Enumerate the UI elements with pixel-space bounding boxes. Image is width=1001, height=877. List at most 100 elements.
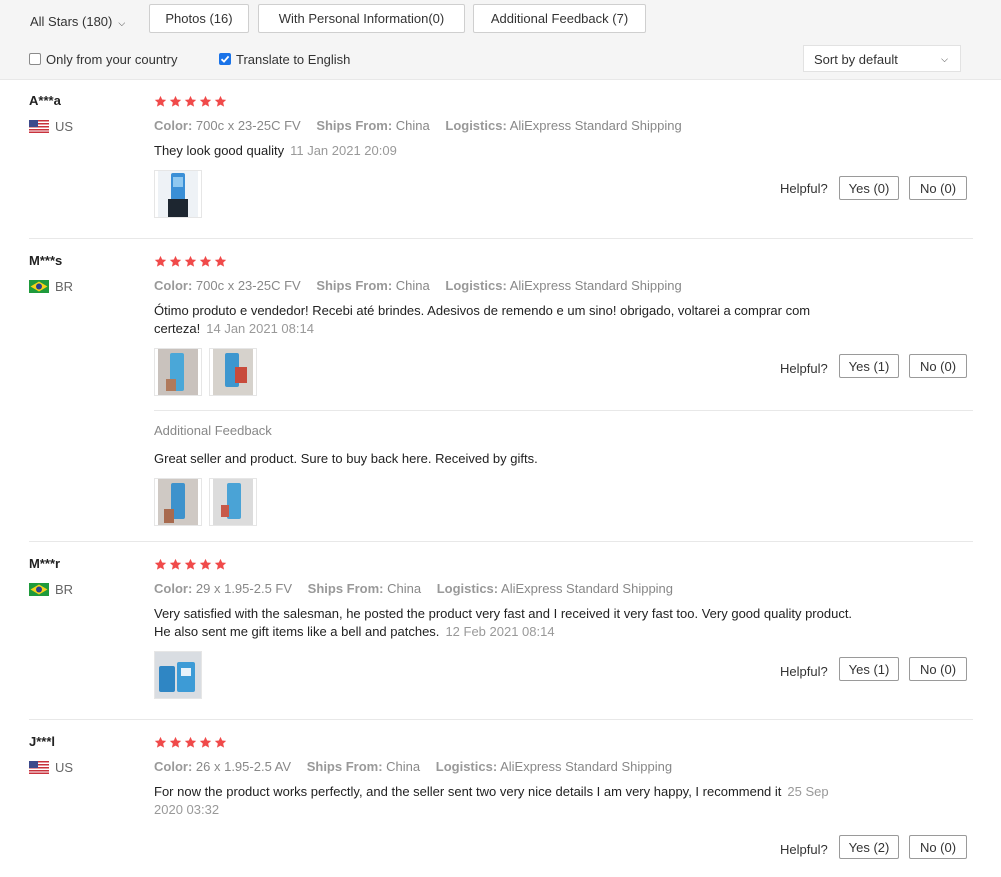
star-icon	[199, 255, 212, 267]
reviewer-country: US	[29, 119, 73, 134]
review-divider	[29, 238, 973, 239]
sort-select[interactable]: Sort by default ⌵	[803, 45, 961, 72]
us-flag-icon	[29, 761, 49, 774]
personal-info-filter-button[interactable]: With Personal Information(0)	[258, 4, 465, 33]
star-icon	[169, 255, 182, 267]
order-info: Color: 26 x 1.95-2.5 AV Ships From: Chin…	[154, 759, 684, 774]
br-flag-icon	[29, 280, 49, 293]
logistics-value: AliExpress Standard Shipping	[509, 278, 682, 293]
color-label: Color:	[154, 581, 193, 596]
star-filter-select[interactable]: All Stars (180) ⌵	[30, 12, 125, 32]
review-divider	[29, 541, 973, 542]
color-label: Color:	[154, 118, 193, 133]
review-photo-thumbnail[interactable]	[209, 348, 257, 396]
photo-image	[155, 652, 201, 698]
ships-from-label: Ships From:	[306, 759, 383, 774]
star-icon	[199, 558, 212, 570]
helpful-no-button[interactable]: No (0)	[909, 835, 967, 859]
review-date: 11 Jan 2021 20:09	[290, 143, 397, 158]
review-photo-thumbnail[interactable]	[154, 651, 202, 699]
star-icon	[169, 95, 182, 107]
star-icon	[199, 736, 212, 748]
ships-from-label: Ships From:	[307, 581, 384, 596]
review-body: For now the product works perfectly, and…	[154, 784, 782, 799]
country-code: US	[55, 760, 74, 775]
review-text: Ótimo produto e vendedor! Recebi até bri…	[154, 302, 854, 338]
helpful-no-button[interactable]: No (0)	[909, 657, 967, 681]
reviewer-name: J***l	[29, 734, 56, 749]
star-icon	[214, 736, 227, 748]
star-icon	[184, 736, 197, 748]
additional-photo-thumbnail[interactable]	[209, 478, 257, 526]
color-value: 29 x 1.95-2.5 FV	[195, 581, 293, 596]
logistics-label: Logistics:	[435, 759, 498, 774]
additional-photo-thumbnail[interactable]	[154, 478, 202, 526]
photos-filter-button[interactable]: Photos (16)	[149, 4, 249, 33]
helpful-no-button[interactable]: No (0)	[909, 354, 967, 378]
only-country-checkbox[interactable]: Only from your country	[29, 51, 178, 67]
ships-from-value: China	[395, 118, 430, 133]
ships-from-label: Ships From:	[316, 118, 393, 133]
country-code: US	[55, 119, 74, 134]
sort-label: Sort by default	[814, 52, 898, 67]
review-text: They look good quality 11 Jan 2021 20:09	[154, 142, 854, 160]
logistics-label: Logistics:	[436, 581, 499, 596]
helpful-label: Helpful?	[780, 842, 828, 857]
star-icon	[184, 95, 197, 107]
logistics-value: AliExpress Standard Shipping	[500, 759, 673, 774]
reviewer-name: A***a	[29, 93, 61, 108]
helpful-yes-button[interactable]: Yes (0)	[839, 176, 899, 200]
review-body: They look good quality	[154, 143, 285, 158]
star-icon	[169, 558, 182, 570]
review-photo-thumbnail[interactable]	[154, 170, 202, 218]
translate-label: Translate to English	[236, 51, 351, 67]
translate-checkbox[interactable]: Translate to English	[219, 51, 350, 67]
checkbox-unchecked-icon	[29, 53, 41, 65]
helpful-no-button[interactable]: No (0)	[909, 176, 967, 200]
review-photo-thumbnail[interactable]	[154, 348, 202, 396]
filter-bar: All Stars (180) ⌵ Photos (16) With Person…	[0, 0, 1001, 80]
star-rating	[154, 95, 227, 108]
additional-feedback-filter-button[interactable]: Additional Feedback (7)	[473, 4, 646, 33]
reviewer-name: M***s	[29, 253, 63, 268]
checkbox-checked-icon	[219, 53, 231, 65]
review-date: 12 Feb 2021 08:14	[445, 624, 555, 639]
photo-image	[213, 349, 253, 395]
helpful-yes-button[interactable]: Yes (2)	[839, 835, 899, 859]
star-filter-label: All Stars (180)	[30, 14, 113, 29]
ships-from-value: China	[387, 581, 422, 596]
logistics-label: Logistics:	[445, 118, 507, 133]
additional-feedback-text: Great seller and product. Sure to buy ba…	[154, 451, 538, 466]
logistics-value: AliExpress Standard Shipping	[501, 581, 674, 596]
additional-feedback-title: Additional Feedback	[154, 423, 272, 438]
only-country-label: Only from your country	[46, 51, 178, 67]
helpful-yes-button[interactable]: Yes (1)	[839, 657, 899, 681]
helpful-yes-button[interactable]: Yes (1)	[839, 354, 899, 378]
photo-image	[213, 479, 253, 525]
helpful-label: Helpful?	[780, 181, 828, 196]
star-icon	[154, 95, 167, 107]
star-icon	[169, 736, 182, 748]
color-value: 700c x 23-25C FV	[195, 118, 301, 133]
ships-from-value: China	[395, 278, 430, 293]
additional-feedback-divider	[154, 410, 973, 411]
chevron-down-icon: ⌵	[941, 54, 948, 64]
us-flag-icon	[29, 120, 49, 133]
star-icon	[184, 558, 197, 570]
ships-from-label: Ships From:	[316, 278, 393, 293]
order-info: Color: 29 x 1.95-2.5 FV Ships From: Chin…	[154, 581, 685, 596]
star-icon	[199, 95, 212, 107]
reviewer-country: BR	[29, 582, 73, 597]
star-icon	[214, 558, 227, 570]
color-label: Color:	[154, 278, 193, 293]
color-label: Color:	[154, 759, 193, 774]
chevron-down-icon: ⌵	[118, 17, 126, 28]
country-code: BR	[55, 279, 74, 294]
star-icon	[154, 255, 167, 267]
review-divider	[29, 719, 973, 720]
order-info: Color: 700c x 23-25C FV Ships From: Chin…	[154, 118, 694, 133]
photo-image	[158, 349, 198, 395]
order-info: Color: 700c x 23-25C FV Ships From: Chin…	[154, 278, 694, 293]
helpful-label: Helpful?	[780, 664, 828, 679]
color-value: 26 x 1.95-2.5 AV	[195, 759, 292, 774]
